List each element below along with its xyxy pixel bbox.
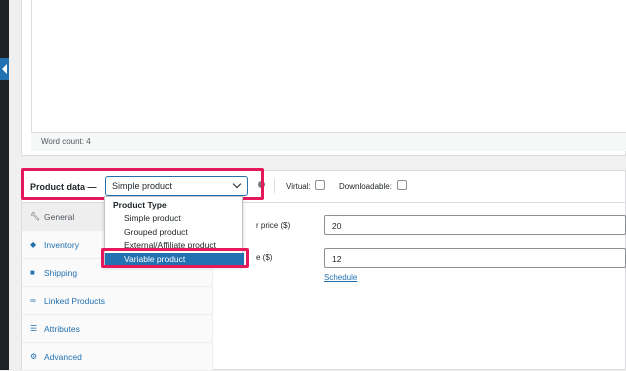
regular-price-value: 20: [332, 221, 342, 231]
tab-label: Advanced: [44, 352, 82, 362]
list-icon: ☰: [30, 324, 38, 333]
truck-icon: ■: [30, 268, 35, 277]
header-divider: [274, 179, 275, 193]
admin-sidebar: [0, 0, 9, 370]
option-label: Simple product: [124, 213, 181, 223]
virtual-checkbox[interactable]: [315, 180, 325, 190]
editor-text-area[interactable]: [31, 0, 626, 133]
content-editor: Word count: 4: [21, 0, 626, 156]
tag-icon: ◆: [30, 240, 37, 249]
regular-price-input[interactable]: 20: [324, 215, 626, 235]
dropdown-group-label: Product Type: [113, 200, 167, 210]
virtual-label: Virtual:: [286, 182, 311, 191]
dropdown-option-simple[interactable]: Simple product: [105, 212, 244, 225]
tab-label: General: [44, 212, 75, 222]
downloadable-label: Downloadable:: [339, 182, 392, 191]
gear-icon: ⚙: [30, 352, 38, 361]
option-label: Grouped product: [124, 227, 188, 237]
link-icon: ∞: [30, 296, 36, 305]
sale-price-value: 12: [332, 254, 342, 264]
tab-label: Shipping: [44, 268, 78, 278]
dropdown-option-grouped[interactable]: Grouped product: [105, 226, 244, 239]
tab-label: Attributes: [44, 324, 80, 334]
downloadable-checkbox[interactable]: [397, 180, 407, 190]
tab-linked-products[interactable]: ∞ Linked Products: [22, 287, 213, 315]
sale-price-label: e ($): [256, 253, 273, 262]
wrench-icon: 🔧︎: [30, 212, 41, 221]
tab-advanced[interactable]: ⚙ Advanced: [22, 343, 213, 371]
regular-price-label: r price ($): [256, 221, 291, 230]
tab-attributes[interactable]: ☰ Attributes: [22, 315, 213, 343]
word-count: Word count: 4: [31, 133, 626, 151]
sidebar-collapse-arrow-icon[interactable]: [0, 58, 9, 80]
schedule-link[interactable]: Schedule: [324, 273, 357, 282]
tab-label: Inventory: [44, 240, 79, 250]
tab-label: Linked Products: [44, 296, 105, 306]
sale-price-input[interactable]: 12: [324, 248, 626, 268]
variable-product-highlight: [101, 248, 249, 268]
